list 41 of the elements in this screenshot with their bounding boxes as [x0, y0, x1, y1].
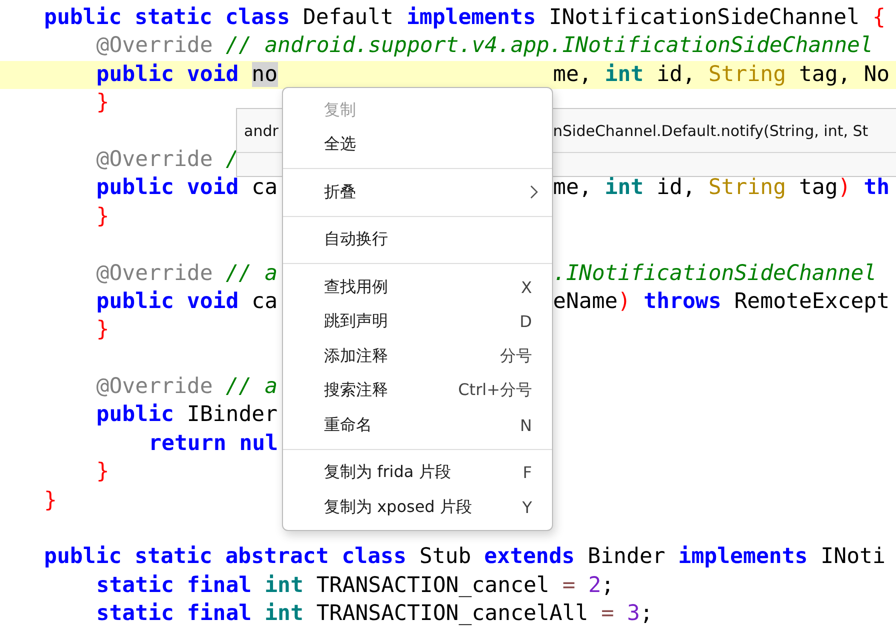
shortcut-text: N [520, 416, 532, 435]
code-line: @Override / [96, 146, 239, 174]
code-line: .INotificationSideChannel [553, 260, 877, 288]
menu-item[interactable]: 折叠 [283, 175, 552, 210]
tooltip-text: andr [243, 122, 278, 140]
code-line: } [96, 316, 110, 344]
code-line: } [96, 89, 110, 118]
shortcut-text: Ctrl+分号 [458, 380, 532, 402]
menu-item[interactable]: 复制为 frida 片段 F [283, 456, 552, 490]
shortcut-text: Y [522, 498, 532, 517]
menu-item[interactable]: 全选 [283, 128, 552, 162]
code-line: public void ca [96, 288, 278, 316]
menu-item[interactable]: 跳到声明 D [283, 304, 552, 339]
code-line: me, int id, String tag, No [553, 60, 890, 89]
code-line: me, int id, String tag) th [553, 174, 890, 202]
code-line: } [96, 202, 110, 231]
shortcut-text: D [520, 312, 532, 332]
code-line: @Override // a [96, 373, 278, 402]
menu-item[interactable]: 重命名 N [283, 408, 552, 442]
menu-item[interactable]: 搜索注释 Ctrl+分号 [283, 374, 552, 408]
code-line: public IBinder [96, 401, 278, 430]
code-line: } [44, 486, 57, 515]
tooltip-text: nSideChannel.Default.notify(String, int, St [553, 122, 868, 140]
shortcut-text: F [522, 463, 532, 482]
code-line: return nul [148, 430, 278, 458]
code-line: eName) throws RemoteExcept [553, 288, 890, 316]
shortcut-text: X [521, 278, 532, 297]
code-line: public static class Default implements INotificationSideChannel { [44, 4, 886, 32]
shortcut-text: 分号 [500, 346, 532, 367]
code-line: @Override // android.support.v4.app.INotificationSideChannel [96, 32, 873, 60]
code-line: public static abstract class Stub extends Binder implements INoti [44, 543, 886, 572]
menu-item[interactable]: 添加注释 分号 [283, 339, 552, 374]
menu-item[interactable]: 复制为 xposed 片段 Y [283, 490, 552, 524]
menu-item[interactable]: 查找用例 X [283, 270, 552, 304]
code-line: @Override // a [96, 260, 278, 288]
code-line: public void no [96, 60, 278, 89]
code-line: public void ca [96, 174, 278, 202]
menu-item[interactable]: 自动换行 [283, 222, 552, 257]
code-line: static final int TRANSACTION_cancelAll = 3; [96, 600, 653, 628]
code-line: static final int TRANSACTION_cancel = 2; [96, 572, 614, 600]
code-line: } [96, 458, 110, 486]
